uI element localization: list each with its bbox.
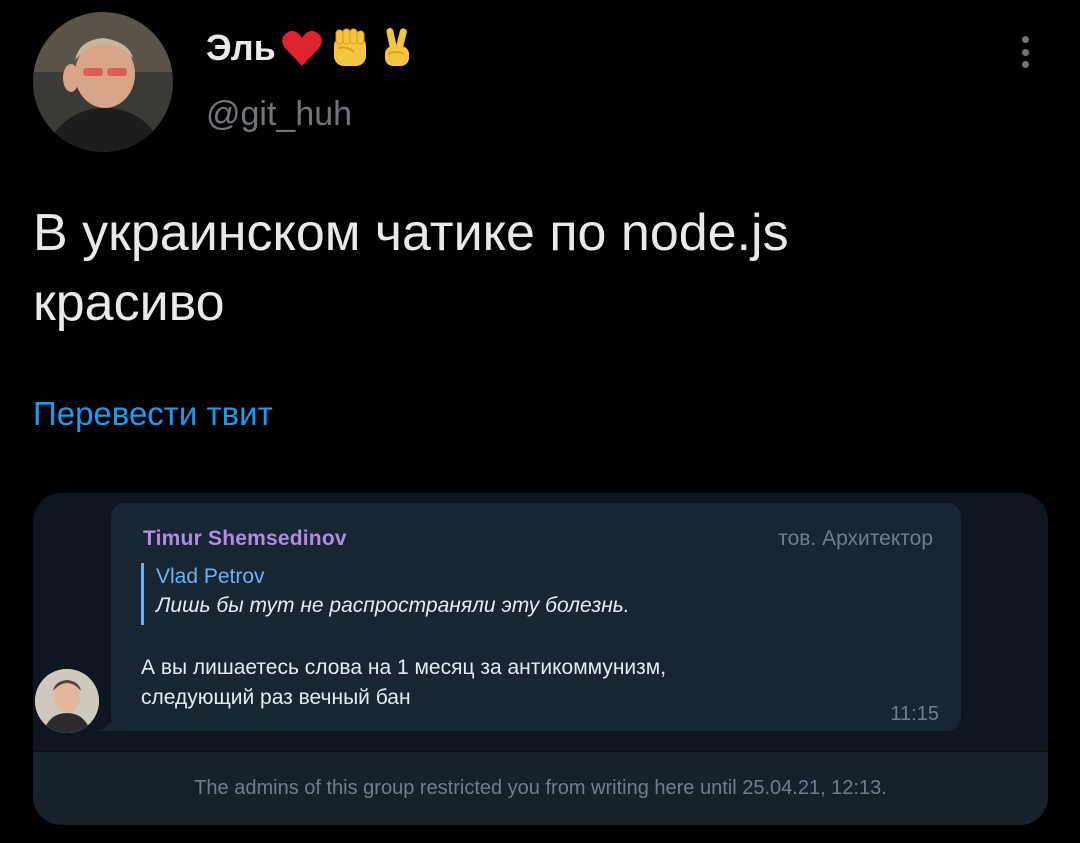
author-handle[interactable]: @git_huh <box>206 95 352 134</box>
author-avatar[interactable] <box>33 12 173 152</box>
message-time: 11:15 <box>890 703 939 725</box>
author-name-row: Эль <box>206 26 420 70</box>
red-heart-icon <box>280 26 324 70</box>
reply-author: Vlad Petrov <box>156 565 265 588</box>
reply-quote: Vlad Petrov Лишь бы тут не распространял… <box>141 563 630 625</box>
raised-fist-icon <box>328 26 372 70</box>
tweet-media-image[interactable]: Timur Shemsedinov тов. Архитектор Vlad P… <box>33 493 1048 825</box>
avatar-photo <box>33 12 173 152</box>
message-line: А вы лишаетесь слова на 1 месяц за антик… <box>141 656 667 679</box>
restricted-notice: The admins of this group restricted you … <box>33 751 1048 825</box>
telegram-sender-avatar <box>35 669 99 733</box>
victory-hand-icon <box>376 26 420 70</box>
tweet-page: Эль @git_huh В украинском чатике по node… <box>0 0 1080 843</box>
message-line: следующий раз вечный бан <box>141 686 411 709</box>
sender-name: Timur Shemsedinov <box>143 527 347 550</box>
tweet-text-line: красиво <box>33 274 225 332</box>
translate-tweet-link[interactable]: Перевести твит <box>33 395 273 433</box>
display-name[interactable]: Эль <box>206 27 276 69</box>
tweet-text-line: В украинском чатике по node.js <box>33 204 789 262</box>
tweet-text: В украинском чатике по node.js красиво <box>33 198 1053 338</box>
telegram-message-bubble: Timur Shemsedinov тов. Архитектор Vlad P… <box>111 503 961 731</box>
sender-title: тов. Архитектор <box>778 527 933 550</box>
reply-text: Лишь бы тут не распространяли эту болезн… <box>156 594 630 617</box>
more-options-icon[interactable] <box>1010 30 1040 74</box>
message-text: А вы лишаетесь слова на 1 месяц за антик… <box>141 653 841 713</box>
